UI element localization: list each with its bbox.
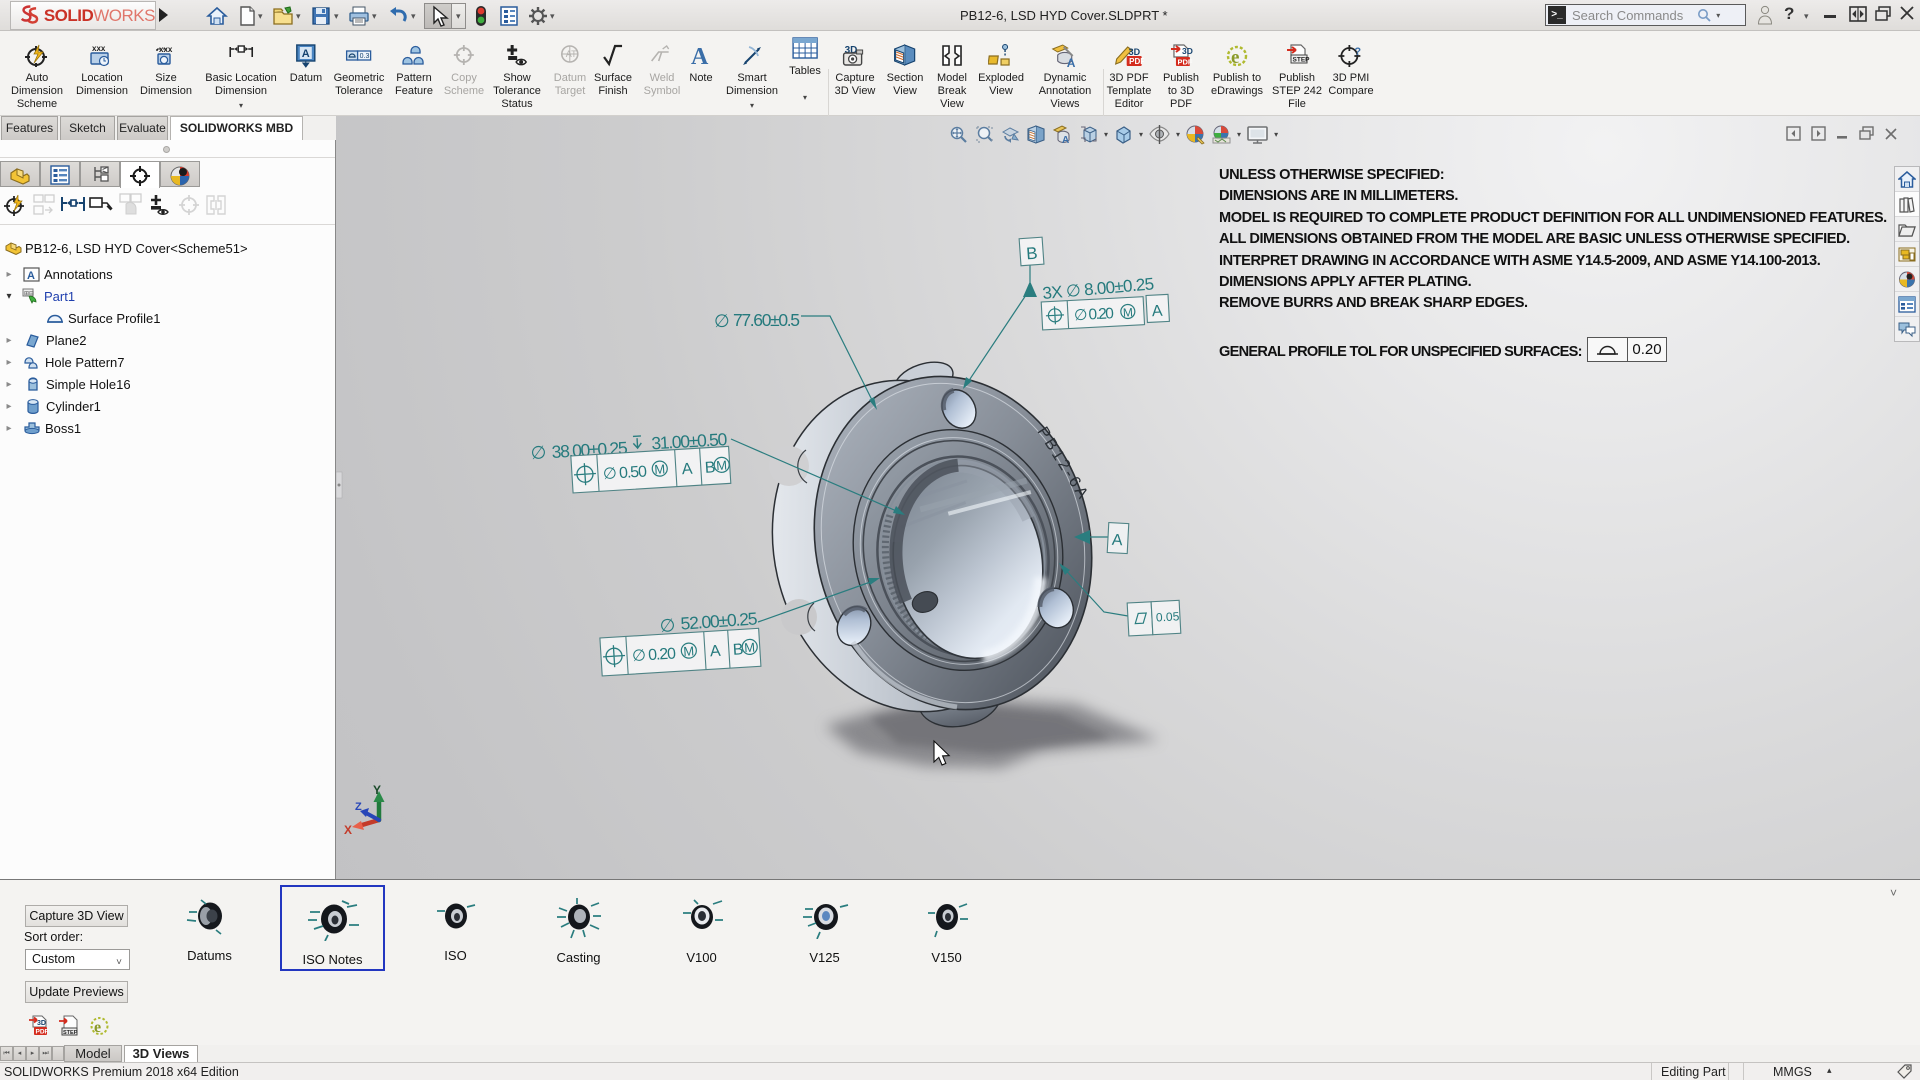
svg-text:0.3: 0.3 bbox=[360, 53, 370, 60]
svg-text:X: X bbox=[344, 823, 352, 837]
svg-text:A: A bbox=[1067, 56, 1076, 69]
svg-text:PDF: PDF bbox=[36, 1029, 49, 1036]
svg-text:∅: ∅ bbox=[530, 442, 547, 463]
svg-text:A: A bbox=[1111, 532, 1123, 550]
svg-text:A: A bbox=[681, 461, 693, 479]
svg-text:M: M bbox=[716, 458, 728, 474]
svg-text:e: e bbox=[1231, 47, 1239, 68]
svg-text:xxx: xxx bbox=[92, 44, 106, 53]
svg-text:PDF: PDF bbox=[1129, 57, 1144, 66]
svg-text:∅ 0.20: ∅ 0.20 bbox=[632, 645, 677, 665]
svg-text:xxx: xxx bbox=[159, 45, 173, 54]
svg-text:AT: AT bbox=[566, 49, 577, 59]
svg-text:M: M bbox=[683, 643, 695, 659]
svg-text:3D: 3D bbox=[37, 1020, 46, 1027]
svg-text:STEP: STEP bbox=[63, 1030, 78, 1036]
svg-text:M: M bbox=[744, 640, 756, 656]
svg-text:∅: ∅ bbox=[714, 311, 730, 331]
svg-text:3D: 3D bbox=[1182, 46, 1193, 56]
svg-text:STEP: STEP bbox=[1292, 57, 1310, 64]
svg-text:Y: Y bbox=[373, 783, 381, 797]
svg-text:3D: 3D bbox=[1129, 47, 1141, 57]
svg-text:A: A bbox=[302, 48, 310, 60]
svg-text:Z: Z bbox=[355, 801, 362, 813]
svg-text:∅ 0.50: ∅ 0.50 bbox=[603, 463, 648, 483]
svg-text:77.60±0.5: 77.60±0.5 bbox=[733, 310, 800, 330]
svg-text:e: e bbox=[94, 1019, 101, 1036]
svg-text:?: ? bbox=[1354, 46, 1361, 58]
svg-text:M: M bbox=[654, 461, 666, 477]
svg-text:B: B bbox=[1026, 244, 1039, 264]
svg-text:PDF: PDF bbox=[1177, 58, 1192, 67]
svg-text:A: A bbox=[1151, 303, 1163, 321]
svg-text:A: A bbox=[27, 270, 35, 282]
svg-text:∅: ∅ bbox=[659, 615, 676, 636]
svg-text:∅ 0.20: ∅ 0.20 bbox=[1074, 305, 1115, 324]
svg-text:A: A bbox=[691, 44, 709, 69]
svg-text:A: A bbox=[709, 643, 721, 661]
svg-text:0.05: 0.05 bbox=[1156, 609, 1180, 624]
svg-text:M: M bbox=[1123, 305, 1134, 320]
